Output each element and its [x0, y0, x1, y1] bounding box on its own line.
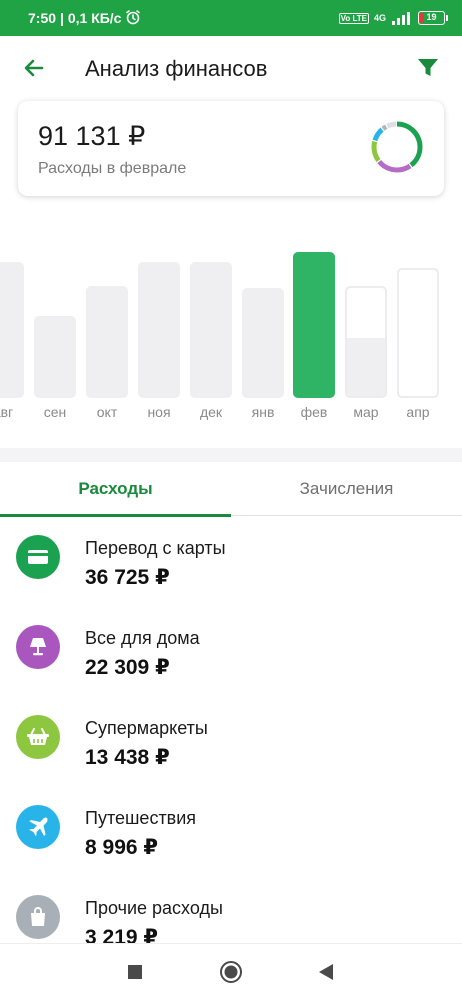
category-name: Прочие расходы — [85, 898, 223, 918]
battery-level: 19 — [426, 12, 437, 22]
shopping-basket-icon — [16, 715, 60, 759]
bar-feb[interactable] — [293, 252, 335, 398]
bar-nov[interactable] — [138, 262, 180, 398]
square-icon — [128, 965, 142, 979]
summary-amount: 91 131 ₽ — [38, 121, 146, 151]
airplane-icon — [16, 805, 60, 849]
month-label: мар — [353, 404, 379, 420]
tab-expenses[interactable]: Расходы — [0, 462, 231, 517]
credit-card-icon — [16, 535, 60, 579]
status-network-speed: | 0,1 КБ/с — [60, 10, 122, 26]
shopping-bag-icon — [16, 895, 60, 939]
category-name: Путешествия — [85, 808, 197, 828]
category-name: Перевод с карты — [85, 538, 226, 558]
summary-card[interactable]: 91 131 ₽ Расходы в феврале — [18, 101, 444, 196]
page-title: Анализ финансов — [85, 56, 268, 81]
volte-badge: Vo LTE — [338, 12, 369, 24]
system-nav-bar — [0, 943, 462, 1000]
bar-dec[interactable] — [190, 262, 232, 398]
category-amount: 13 438 ₽ — [85, 746, 170, 769]
category-amount: 8 996 ₽ — [85, 836, 158, 859]
triangle-back-icon — [319, 964, 333, 980]
back-button[interactable] — [18, 52, 50, 84]
bar-mar[interactable] — [345, 286, 387, 398]
tabs: Расходы Зачисления — [0, 462, 462, 517]
category-amount: 22 309 ₽ — [85, 656, 170, 679]
month-label: фев — [300, 404, 328, 420]
section-divider — [0, 448, 462, 462]
category-list: Перевод с карты 36 725 ₽ Все для дома 22… — [0, 517, 462, 943]
alarm-icon — [125, 9, 141, 28]
month-label: сен — [43, 404, 67, 420]
bar-apr[interactable] — [397, 268, 439, 398]
month-label: ноя — [147, 404, 171, 420]
list-item-other[interactable]: Прочие расходы 3 219 ₽ — [0, 877, 462, 943]
bar-oct[interactable] — [86, 286, 128, 398]
status-right: Vo LTE 4G 19 — [338, 11, 448, 25]
filter-icon — [418, 59, 438, 76]
arrow-left-icon — [24, 59, 44, 77]
expenses-donut-chart — [371, 121, 423, 173]
app-bar: Анализ финансов — [0, 36, 462, 100]
back-nav-button[interactable] — [313, 959, 339, 985]
status-left: 7:50 | 0,1 КБ/с — [28, 9, 141, 28]
circle-icon — [220, 961, 242, 983]
month-label: дек — [199, 404, 223, 420]
list-item-travel[interactable]: Путешествия 8 996 ₽ — [0, 787, 462, 877]
home-button[interactable] — [218, 959, 244, 985]
list-item-card-transfer[interactable]: Перевод с карты 36 725 ₽ — [0, 517, 462, 607]
month-label: окт — [96, 404, 118, 420]
month-label: апр — [406, 404, 430, 420]
bar-aug[interactable] — [0, 262, 24, 398]
filter-button[interactable] — [412, 52, 444, 84]
bar-jan[interactable] — [242, 288, 284, 398]
category-amount: 36 725 ₽ — [85, 566, 170, 589]
list-item-home[interactable]: Все для дома 22 309 ₽ — [0, 607, 462, 697]
status-bar: 7:50 | 0,1 КБ/с Vo LTE 4G 19 — [0, 0, 462, 36]
tab-income[interactable]: Зачисления — [231, 462, 462, 516]
recents-button[interactable] — [122, 959, 148, 985]
battery-icon: 19 — [418, 11, 448, 25]
bar-sep[interactable] — [34, 316, 76, 398]
lamp-icon — [16, 625, 60, 669]
summary-caption: Расходы в феврале — [38, 160, 187, 177]
category-amount: 3 219 ₽ — [85, 926, 158, 943]
list-item-supermarkets[interactable]: Супермаркеты 13 438 ₽ — [0, 697, 462, 787]
monthly-chart: авг сен окт ноя дек янв фев мар апр — [0, 200, 462, 430]
signal-icon — [391, 11, 413, 25]
status-time: 7:50 — [28, 10, 57, 26]
network-type: 4G — [373, 13, 386, 23]
category-name: Все для дома — [85, 628, 200, 648]
category-name: Супермаркеты — [85, 718, 208, 738]
